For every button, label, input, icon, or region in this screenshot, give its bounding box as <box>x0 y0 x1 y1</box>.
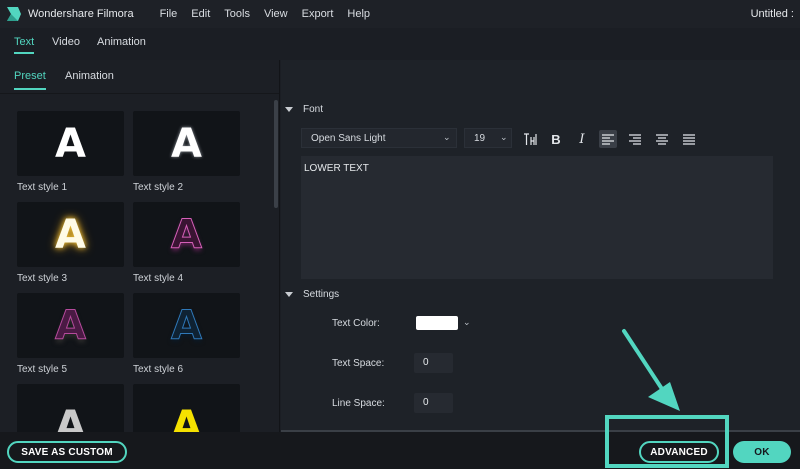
app-name: Wondershare Filmora <box>28 8 134 20</box>
document-title: Untitled : <box>750 8 794 20</box>
text-space-input[interactable]: 0 <box>414 353 453 373</box>
tab-text[interactable]: Text <box>14 36 35 54</box>
menu-file[interactable]: File <box>160 8 178 20</box>
subtab-preset[interactable]: Preset <box>14 70 46 90</box>
font-section-header[interactable]: Font <box>285 104 323 115</box>
chevron-down-icon[interactable]: ⌄ <box>463 317 471 328</box>
preset-thumbnail: A <box>17 111 124 176</box>
text-space-label: Text Space: <box>332 358 385 369</box>
menu-bar: File Edit Tools View Export Help <box>160 8 384 20</box>
font-section-title: Font <box>303 104 324 115</box>
collapse-triangle-icon <box>285 292 293 297</box>
preset-text-style-5[interactable]: A Text style 5 <box>17 293 124 375</box>
preset-subtabs: Preset Animation <box>0 60 279 94</box>
preset-label: Text style 1 <box>17 182 68 193</box>
preset-text-style-1[interactable]: A Text style 1 <box>17 111 124 193</box>
menu-view[interactable]: View <box>264 8 288 20</box>
text-color-label: Text Color: <box>332 318 380 329</box>
properties-panel: Font Open Sans Light ⌄ 19 ⌄ B I LOWER TE… <box>281 60 800 432</box>
text-height-icon[interactable] <box>521 130 539 148</box>
tab-animation[interactable]: Animation <box>97 36 146 48</box>
text-content-input[interactable]: LOWER TEXT <box>301 156 773 279</box>
preset-label: Text style 5 <box>17 364 68 375</box>
preset-thumbnail: A <box>133 202 240 267</box>
menu-tools[interactable]: Tools <box>224 8 250 20</box>
text-content-value: LOWER TEXT <box>304 163 369 174</box>
line-space-label: Line Space: <box>332 398 385 409</box>
align-right-icon[interactable] <box>626 130 644 148</box>
filmora-logo-icon <box>6 6 22 22</box>
preset-thumbnail: A <box>133 111 240 176</box>
ok-button[interactable]: OK <box>733 441 791 463</box>
preset-text-style-7[interactable]: A <box>17 384 124 432</box>
title-bar: Wondershare Filmora File Edit Tools View… <box>0 0 800 28</box>
text-color-swatch[interactable] <box>416 316 458 330</box>
preset-panel: Preset Animation A Text style 1 A Text s… <box>0 60 280 432</box>
menu-export[interactable]: Export <box>302 8 334 20</box>
highlight-box <box>605 415 729 468</box>
line-space-input[interactable]: 0 <box>414 393 453 413</box>
settings-section-header[interactable]: Settings <box>285 289 339 300</box>
menu-edit[interactable]: Edit <box>191 8 210 20</box>
preset-thumbnail: A <box>133 293 240 358</box>
preset-text-style-2[interactable]: A Text style 2 <box>133 111 240 193</box>
subtab-animation[interactable]: Animation <box>65 70 114 82</box>
preset-thumbnail: A <box>17 293 124 358</box>
line-space-value: 0 <box>423 397 429 408</box>
align-justify-icon[interactable] <box>680 130 698 148</box>
preset-label: Text style 3 <box>17 273 68 284</box>
preset-label: Text style 6 <box>133 364 184 375</box>
editor-tabs: Text Video Animation <box>0 28 800 60</box>
collapse-triangle-icon <box>285 107 293 112</box>
menu-help[interactable]: Help <box>347 8 370 20</box>
italic-button[interactable]: I <box>573 130 591 148</box>
chevron-down-icon: ⌄ <box>500 132 508 142</box>
font-family-value: Open Sans Light <box>311 133 386 144</box>
font-family-select[interactable]: Open Sans Light <box>301 128 457 148</box>
tab-video[interactable]: Video <box>52 36 80 48</box>
align-center-icon[interactable] <box>653 130 671 148</box>
preset-text-style-6[interactable]: A Text style 6 <box>133 293 240 375</box>
preset-label: Text style 4 <box>133 273 184 284</box>
preset-thumbnail: A <box>17 384 124 432</box>
preset-text-style-3[interactable]: A Text style 3 <box>17 202 124 284</box>
font-size-value: 19 <box>474 133 486 144</box>
preset-text-style-4[interactable]: A Text style 4 <box>133 202 240 284</box>
preset-thumbnail: A <box>133 384 240 432</box>
chevron-down-icon: ⌄ <box>443 132 451 142</box>
bold-button[interactable]: B <box>547 130 565 148</box>
preset-thumbnail: A <box>17 202 124 267</box>
preset-scrollbar[interactable] <box>274 100 278 208</box>
preset-text-style-8[interactable]: A <box>133 384 240 432</box>
align-left-icon[interactable] <box>599 130 617 148</box>
preset-label: Text style 2 <box>133 182 184 193</box>
save-as-custom-button[interactable]: SAVE AS CUSTOM <box>7 441 127 463</box>
text-space-value: 0 <box>423 357 429 368</box>
settings-section-title: Settings <box>303 289 340 300</box>
